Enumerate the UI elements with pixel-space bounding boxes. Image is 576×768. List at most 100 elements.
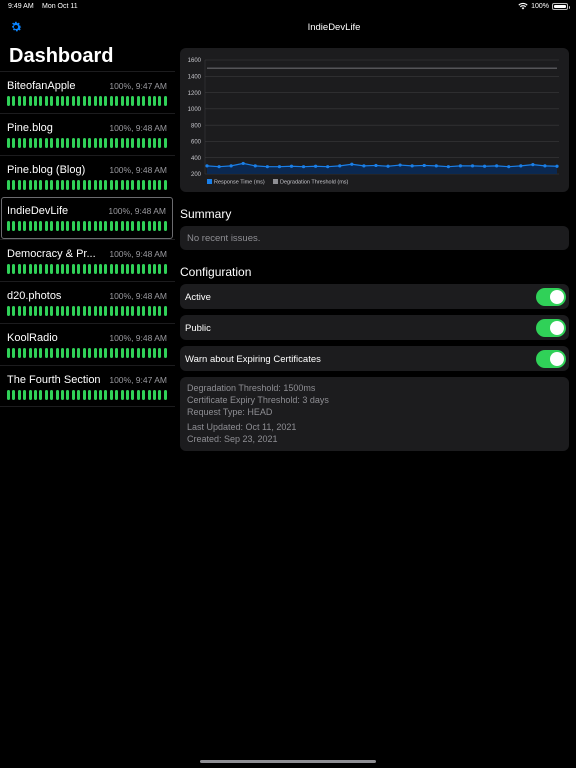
uptime-bar	[115, 221, 119, 231]
monitor-item[interactable]: Pine.blog (Blog) 100%, 9:48 AM	[0, 155, 175, 197]
uptime-bar	[55, 180, 59, 190]
uptime-bar	[23, 264, 27, 274]
data-point	[398, 163, 402, 167]
gear-icon[interactable]	[9, 20, 23, 34]
data-point	[446, 165, 450, 169]
monitor-item-selected[interactable]: IndieDevLife 100%, 9:48 AM	[1, 197, 173, 239]
uptime-bar	[12, 390, 16, 400]
status-right: 100%	[518, 2, 570, 10]
data-point	[543, 164, 547, 168]
uptime-bar	[131, 96, 135, 106]
uptime-bar	[152, 306, 156, 316]
active-toggle[interactable]	[536, 288, 566, 306]
uptime-bar	[7, 306, 10, 316]
public-toggle[interactable]	[536, 319, 566, 337]
toggle-row-cert-warning: Warn about Expiring Certificates	[180, 346, 569, 371]
uptime-bar	[163, 348, 167, 358]
uptime-bar	[23, 138, 27, 148]
monitor-item[interactable]: Pine.blog 100%, 9:48 AM	[0, 113, 175, 155]
uptime-bar	[93, 96, 97, 106]
monitor-item[interactable]: Democracy & Pr... 100%, 9:48 AM	[0, 239, 175, 281]
y-tick-label: 600	[191, 140, 202, 146]
response-time-chart: 1600 1400 1200 1000 800 600 400 200 Response Tim…	[180, 48, 569, 192]
uptime-bar	[77, 348, 81, 358]
monitor-status: 100%, 9:48 AM	[109, 123, 167, 133]
uptime-bar	[93, 221, 97, 231]
uptime-bar	[163, 221, 167, 231]
uptime-bar	[82, 390, 86, 400]
uptime-bar	[104, 348, 108, 358]
uptime-bar	[131, 306, 135, 316]
uptime-bar	[98, 390, 102, 400]
monitor-item[interactable]: The Fourth Section 100%, 9:47 AM	[0, 365, 175, 407]
data-point	[507, 165, 511, 169]
y-tick-label: 1000	[188, 107, 202, 113]
uptime-bar	[50, 221, 54, 231]
uptime-bar	[71, 306, 75, 316]
uptime-bar	[158, 306, 162, 316]
uptime-bar	[98, 306, 102, 316]
data-point	[422, 163, 426, 168]
uptime-bar	[88, 306, 92, 316]
uptime-bar	[158, 390, 162, 400]
uptime-bar	[55, 264, 59, 274]
uptime-bar	[104, 390, 108, 400]
data-point	[229, 164, 233, 168]
uptime-bar	[50, 96, 54, 106]
uptime-bar	[77, 96, 81, 106]
uptime-bar	[39, 96, 43, 106]
uptime-bar	[34, 221, 38, 231]
uptime-bar	[71, 390, 75, 400]
uptime-bar	[120, 96, 124, 106]
uptime-bar	[115, 180, 119, 190]
battery-icon	[552, 2, 570, 10]
cert-warning-toggle[interactable]	[536, 350, 566, 368]
uptime-bar	[131, 390, 135, 400]
monitor-item[interactable]: d20.photos 100%, 9:48 AM	[0, 281, 175, 323]
uptime-bar	[131, 138, 135, 148]
uptime-bar	[28, 96, 32, 106]
uptime-bar	[44, 138, 48, 148]
uptime-bar	[77, 221, 81, 231]
monitor-name: Pine.blog	[7, 122, 53, 134]
toggle-label: Warn about Expiring Certificates	[185, 354, 321, 365]
data-point	[350, 162, 354, 166]
uptime-bar	[82, 221, 86, 231]
uptime-bar	[44, 221, 48, 231]
uptime-bar	[98, 221, 102, 231]
legend-label-threshold: Degradation Threshold (ms)	[280, 180, 349, 186]
uptime-bars	[7, 138, 167, 148]
uptime-bar	[39, 138, 43, 148]
uptime-bar	[93, 180, 97, 190]
uptime-bar	[61, 138, 65, 148]
configuration-heading: Configuration	[180, 265, 252, 279]
uptime-bar	[71, 180, 75, 190]
uptime-bar	[77, 306, 81, 316]
toggle-label: Public	[185, 323, 211, 334]
data-point	[277, 165, 282, 169]
uptime-bar	[66, 221, 70, 231]
series-line-response	[206, 162, 558, 168]
y-tick-label: 1400	[188, 74, 202, 80]
uptime-bar	[163, 138, 167, 148]
data-point	[531, 163, 535, 167]
uptime-bar	[12, 138, 16, 148]
uptime-bar	[23, 306, 27, 316]
uptime-bar	[50, 306, 54, 316]
sidebar: Dashboard BiteofanApple 100%, 9:47 AM Pi…	[0, 14, 175, 768]
uptime-bar	[142, 180, 146, 190]
uptime-bar	[77, 138, 81, 148]
uptime-bar	[34, 180, 38, 190]
uptime-bar	[163, 390, 167, 400]
monitor-item[interactable]: BiteofanApple 100%, 9:47 AM	[0, 71, 175, 113]
monitor-item[interactable]: KoolRadio 100%, 9:48 AM	[0, 323, 175, 365]
uptime-bar	[152, 96, 156, 106]
uptime-bar	[7, 138, 10, 148]
uptime-bar	[109, 180, 113, 190]
uptime-bar	[82, 138, 86, 148]
uptime-bar	[115, 306, 119, 316]
uptime-bar	[142, 306, 146, 316]
data-point	[470, 164, 475, 168]
uptime-bars	[7, 221, 167, 231]
uptime-bar	[17, 96, 21, 106]
